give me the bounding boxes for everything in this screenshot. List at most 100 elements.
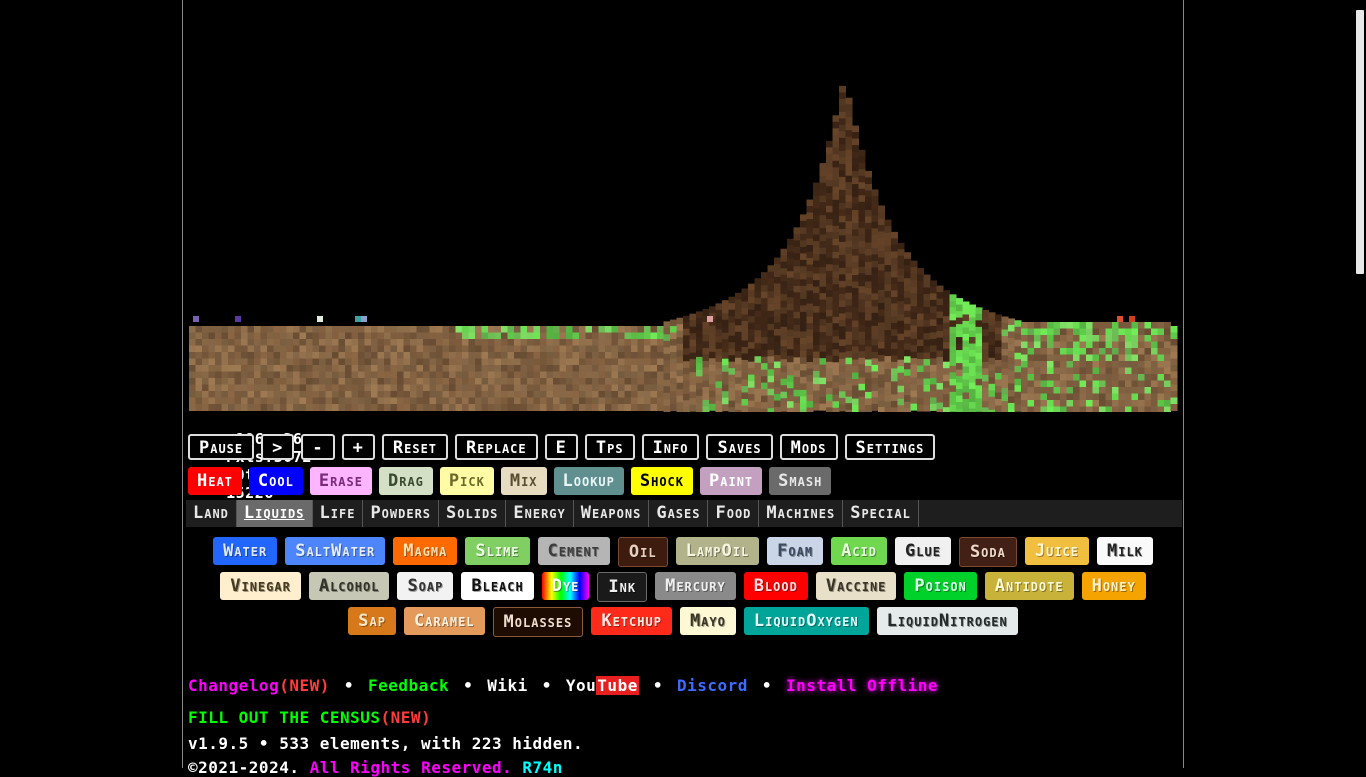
sim-pixel — [897, 307, 905, 315]
caramel-element-button[interactable]: Caramel — [403, 607, 485, 635]
tab-machines[interactable]: Machines — [759, 500, 844, 527]
bleach-element-button[interactable]: Bleach — [461, 572, 534, 600]
mercury-element-button[interactable]: Mercury — [655, 572, 736, 600]
sim-pixel — [793, 350, 801, 358]
magma-element-button[interactable]: Magma — [393, 537, 458, 565]
oil-element-button[interactable]: Oil — [617, 537, 668, 567]
ketchup-element-button[interactable]: Ketchup — [591, 607, 672, 635]
sim-pixel — [871, 377, 879, 385]
replace-button[interactable]: Replace — [455, 434, 538, 460]
molasses-element-button[interactable]: Molasses — [492, 607, 584, 637]
discord-link[interactable]: Discord — [677, 676, 748, 695]
poison-element-button[interactable]: Poison — [904, 572, 977, 600]
plus-button[interactable]: + — [341, 434, 375, 460]
sim-pixel — [475, 384, 482, 392]
mix-tool-button[interactable]: Mix — [500, 467, 547, 495]
wiki-link[interactable]: Wiki — [487, 676, 528, 695]
page-scrollbar[interactable] — [1354, 0, 1366, 768]
heat-tool-button[interactable]: Heat — [188, 467, 242, 495]
sim-pixel — [319, 365, 326, 372]
sim-pixel — [436, 339, 443, 346]
blood-element-button[interactable]: Blood — [743, 572, 808, 600]
liquidnitrogen-element-button[interactable]: LiquidNitrogen — [876, 607, 1018, 635]
simulation-canvas[interactable] — [189, 0, 1180, 412]
tab-powders[interactable]: Powders — [363, 500, 440, 527]
sim-pixel — [780, 339, 788, 347]
mods-button[interactable]: Mods — [779, 434, 838, 460]
antidote-element-button[interactable]: Antidote — [984, 572, 1074, 600]
vaccine-element-button[interactable]: Vaccine — [815, 572, 897, 600]
youtube-link[interactable]: YouTube — [566, 676, 639, 695]
sim-pixel — [637, 358, 645, 366]
sim-pixel — [657, 378, 664, 385]
cement-element-button[interactable]: Cement — [537, 537, 610, 565]
acid-element-button[interactable]: Acid — [831, 537, 888, 565]
sim-pixel — [813, 338, 820, 346]
tab-land[interactable]: Land — [186, 500, 237, 527]
changelog-link[interactable]: Changelog(NEW) — [188, 676, 330, 695]
cool-tool-button[interactable]: Cool — [248, 467, 303, 495]
shock-tool-button[interactable]: Shock — [630, 467, 694, 495]
tab-gases[interactable]: Gases — [649, 500, 709, 527]
liquidoxygen-element-button[interactable]: LiquidOxygen — [743, 607, 869, 635]
e-button[interactable]: E — [544, 434, 578, 460]
sim-pixel — [709, 403, 716, 411]
sim-pixel — [761, 311, 768, 319]
dye-element-button[interactable]: Dye — [541, 572, 590, 600]
juice-element-button[interactable]: Juice — [1024, 537, 1089, 565]
sim-pixel — [917, 391, 924, 399]
tab-life[interactable]: Life — [313, 500, 364, 527]
glue-element-button[interactable]: Glue — [895, 537, 951, 565]
tab-liquids[interactable]: Liquids — [236, 500, 313, 527]
tab-weapons[interactable]: Weapons — [574, 500, 650, 527]
honey-element-button[interactable]: Honey — [1081, 572, 1146, 600]
water-element-button[interactable]: Water — [213, 537, 278, 565]
sim-pixel — [312, 384, 320, 392]
lampoil-element-button[interactable]: LampOil — [675, 537, 760, 565]
sim-pixel — [351, 365, 359, 372]
soap-element-button[interactable]: Soap — [397, 572, 454, 600]
pause-button[interactable]: Pause — [188, 434, 255, 460]
milk-element-button[interactable]: Milk — [1097, 537, 1153, 565]
tab-energy[interactable]: Energy — [506, 500, 574, 527]
alcohol-element-button[interactable]: Alcohol — [308, 572, 390, 600]
sap-element-button[interactable]: Sap — [348, 607, 396, 635]
saves-button[interactable]: Saves — [706, 434, 773, 460]
install-offline-link[interactable]: Install Offline — [786, 676, 938, 695]
feedback-link[interactable]: Feedback — [368, 676, 449, 695]
sim-pixel — [377, 352, 385, 359]
settings-button[interactable]: Settings — [844, 434, 936, 460]
sim-pixel — [559, 345, 567, 353]
tab-food[interactable]: Food — [708, 500, 760, 527]
vinegar-element-button[interactable]: Vinegar — [220, 572, 301, 600]
sim-pixel — [1066, 400, 1074, 407]
sim-pixel — [1125, 393, 1132, 401]
tab-special[interactable]: Special — [843, 500, 919, 527]
step-button[interactable]: > — [261, 434, 295, 460]
paint-tool-button[interactable]: Paint — [700, 467, 763, 495]
erase-tool-button[interactable]: Erase — [309, 467, 372, 495]
drag-tool-button[interactable]: Drag — [378, 467, 433, 495]
simulation-svg[interactable] — [189, 0, 1180, 412]
foam-element-button[interactable]: Foam — [767, 537, 824, 565]
sim-pixel — [189, 371, 196, 379]
sim-pixel — [559, 358, 567, 366]
sim-pixel — [852, 236, 859, 244]
tps-button[interactable]: Tps — [584, 434, 635, 460]
smash-tool-button[interactable]: Smash — [769, 467, 832, 495]
lookup-tool-button[interactable]: Lookup — [553, 467, 624, 495]
slime-element-button[interactable]: Slime — [465, 537, 530, 565]
census-link[interactable]: FILL OUT THE CENSUS(NEW) — [188, 708, 431, 727]
pick-tool-button[interactable]: Pick — [439, 467, 494, 495]
info-button[interactable]: Info — [641, 434, 700, 460]
minus-button[interactable]: - — [301, 434, 335, 460]
saltwater-element-button[interactable]: SaltWater — [285, 537, 386, 565]
soda-element-button[interactable]: Soda — [958, 537, 1017, 567]
separator: • — [343, 676, 355, 695]
tab-solids[interactable]: Solids — [439, 500, 507, 527]
sim-pixel — [865, 398, 872, 406]
ink-element-button[interactable]: Ink — [597, 572, 648, 602]
reset-button[interactable]: Reset — [381, 434, 449, 460]
scrollbar-thumb[interactable] — [1356, 10, 1364, 274]
mayo-element-button[interactable]: Mayo — [679, 607, 736, 635]
